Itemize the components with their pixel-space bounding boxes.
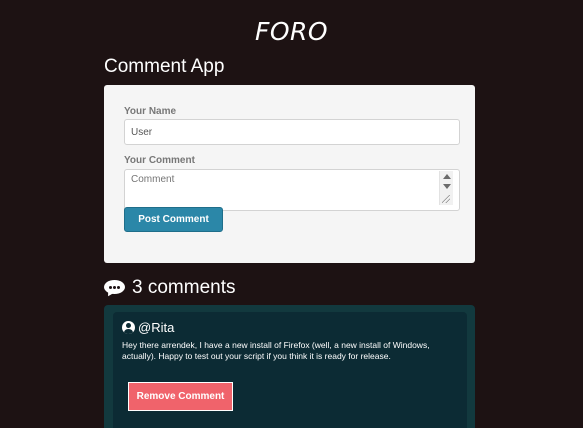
scroll-up-icon[interactable] — [443, 174, 451, 179]
comment-card: @Rita Hey there arrendek, I have a new i… — [113, 312, 467, 428]
comment-label: Your Comment — [124, 155, 195, 166]
comment-text: Hey there arrendek, I have a new install… — [122, 340, 430, 361]
comments-panel: @Rita Hey there arrendek, I have a new i… — [104, 305, 475, 428]
resize-grip-icon[interactable] — [442, 195, 450, 203]
comments-icon — [104, 279, 126, 299]
remove-comment-button[interactable]: Remove Comment — [128, 382, 233, 411]
comment-form: Your Name Your Comment Post Comment — [104, 85, 475, 263]
page: FORO Comment App Your Name Your Comment … — [0, 0, 583, 428]
comments-count: 3 comments — [132, 277, 236, 298]
name-input[interactable] — [124, 119, 460, 145]
post-comment-button[interactable]: Post Comment — [124, 207, 223, 232]
user-icon — [122, 321, 135, 334]
name-label: Your Name — [124, 106, 177, 117]
comment-textarea[interactable] — [124, 169, 460, 211]
comment-author: @Rita — [122, 320, 174, 335]
app-title: Comment App — [104, 56, 225, 77]
scroll-down-icon[interactable] — [443, 184, 451, 189]
comment-author-name: @Rita — [138, 320, 175, 335]
comments-heading: 3 comments — [104, 276, 235, 300]
site-title: FORO — [254, 17, 329, 46]
